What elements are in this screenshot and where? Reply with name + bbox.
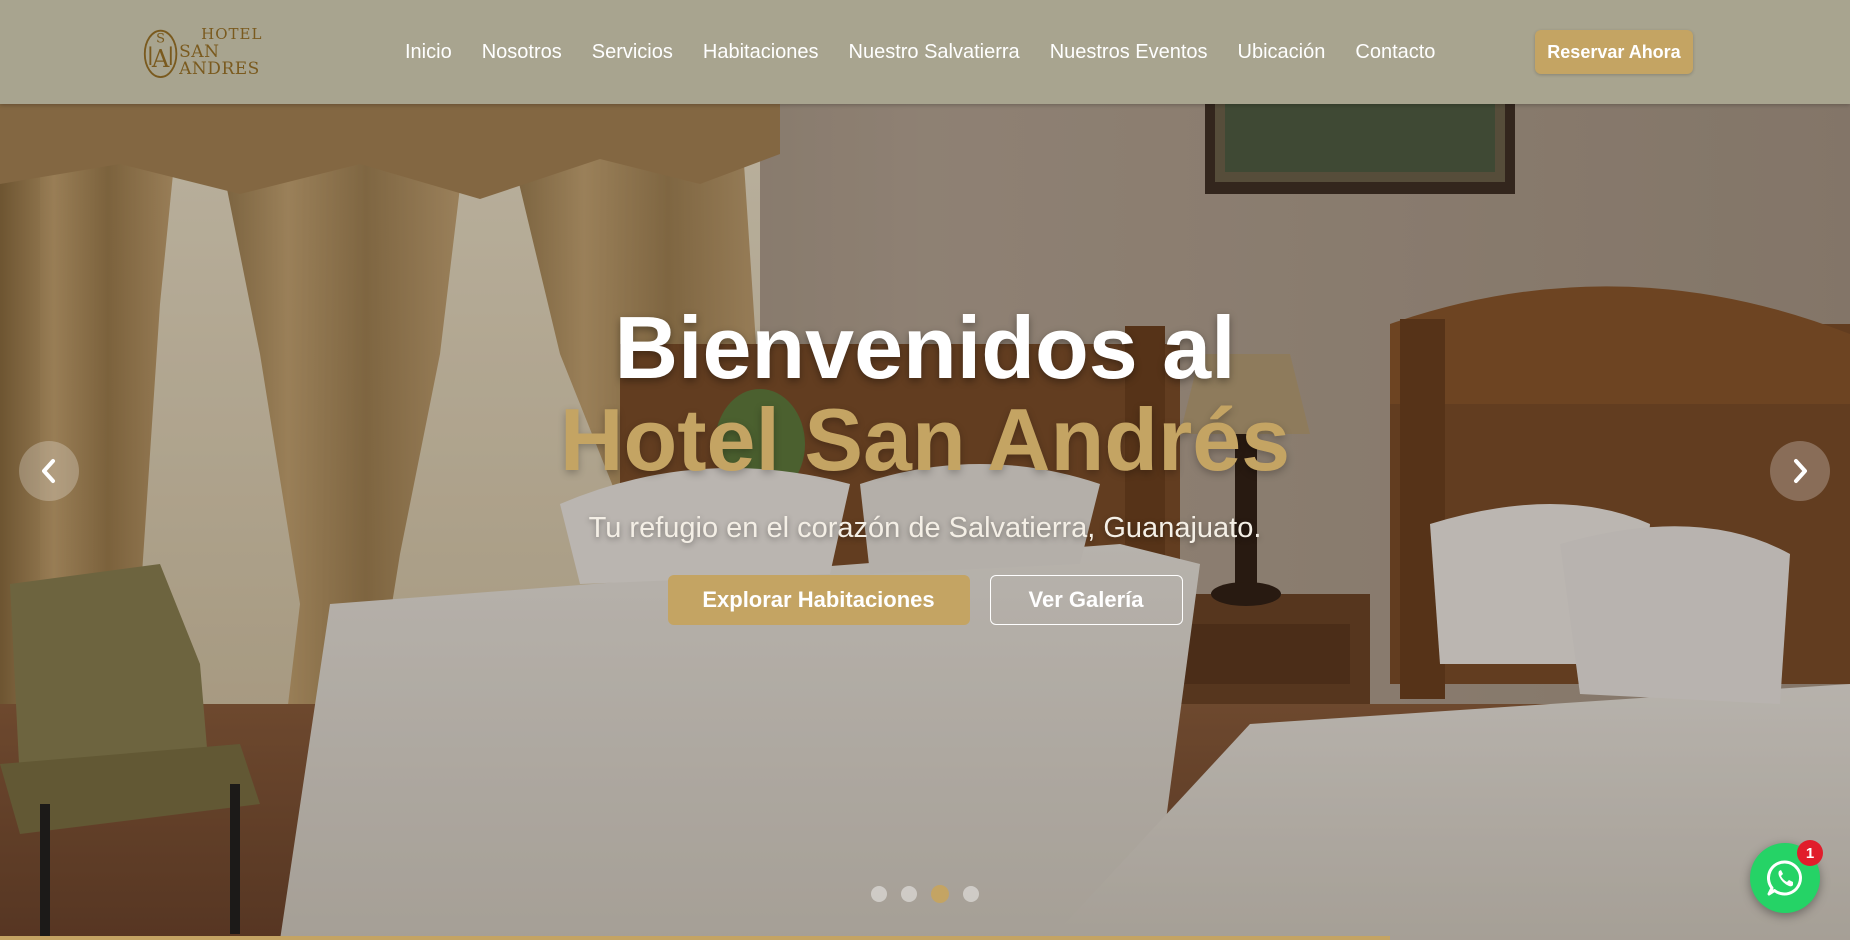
nav-item-habitaciones[interactable]: Habitaciones [703, 41, 819, 64]
nav-item-ubicacion[interactable]: Ubicación [1238, 41, 1326, 64]
carousel-dot-4[interactable] [963, 886, 979, 902]
carousel-prev-button[interactable] [19, 441, 79, 501]
nav-item-inicio[interactable]: Inicio [405, 41, 452, 64]
logo-line-2: SAN ANDRES [179, 41, 260, 79]
nav-item-servicios[interactable]: Servicios [592, 41, 673, 64]
notification-badge: 1 [1797, 840, 1823, 866]
logo-monogram-icon: S A [143, 29, 178, 79]
carousel-next-button[interactable] [1770, 441, 1830, 501]
chevron-right-icon [1794, 459, 1807, 483]
carousel-progress-bar [0, 936, 1390, 940]
hero-content: Bienvenidos al Hotel San Andrés Tu refug… [0, 302, 1850, 625]
reserve-now-button[interactable]: Reservar Ahora [1535, 30, 1693, 74]
carousel-dot-1[interactable] [871, 886, 887, 902]
hero-title-line-2: Hotel San Andrés [559, 390, 1291, 489]
main-nav: Inicio Nosotros Servicios Habitaciones N… [405, 0, 1465, 104]
hero-buttons: Explorar Habitaciones Ver Galería [0, 575, 1850, 625]
whatsapp-icon [1767, 860, 1802, 896]
site-header: S A HOTEL SAN ANDRES Inicio Nosotros Ser… [0, 0, 1850, 104]
view-gallery-button[interactable]: Ver Galería [989, 575, 1183, 625]
nav-item-nuestros-eventos[interactable]: Nuestros Eventos [1050, 41, 1208, 64]
nav-item-contacto[interactable]: Contacto [1355, 41, 1435, 64]
logo-line-1: HOTEL [201, 24, 263, 43]
svg-text:A: A [151, 45, 170, 73]
nav-item-nuestro-salvatierra[interactable]: Nuestro Salvatierra [849, 41, 1020, 64]
carousel-dot-2[interactable] [901, 886, 917, 902]
hero-subtitle: Tu refugio en el corazón de Salvatierra,… [588, 512, 1262, 544]
chevron-left-icon [42, 459, 55, 483]
hero-title-line-1: Bienvenidos al [614, 298, 1236, 397]
hotel-logo[interactable]: S A HOTEL SAN ANDRES [142, 20, 297, 84]
carousel-dot-3-active[interactable] [931, 885, 949, 903]
hero-carousel: Bienvenidos al Hotel San Andrés Tu refug… [0, 104, 1850, 940]
logo-wordmark: HOTEL SAN ANDRES [179, 24, 297, 79]
explore-rooms-button[interactable]: Explorar Habitaciones [667, 575, 970, 625]
nav-item-nosotros[interactable]: Nosotros [482, 41, 562, 64]
carousel-indicators [0, 885, 1850, 903]
